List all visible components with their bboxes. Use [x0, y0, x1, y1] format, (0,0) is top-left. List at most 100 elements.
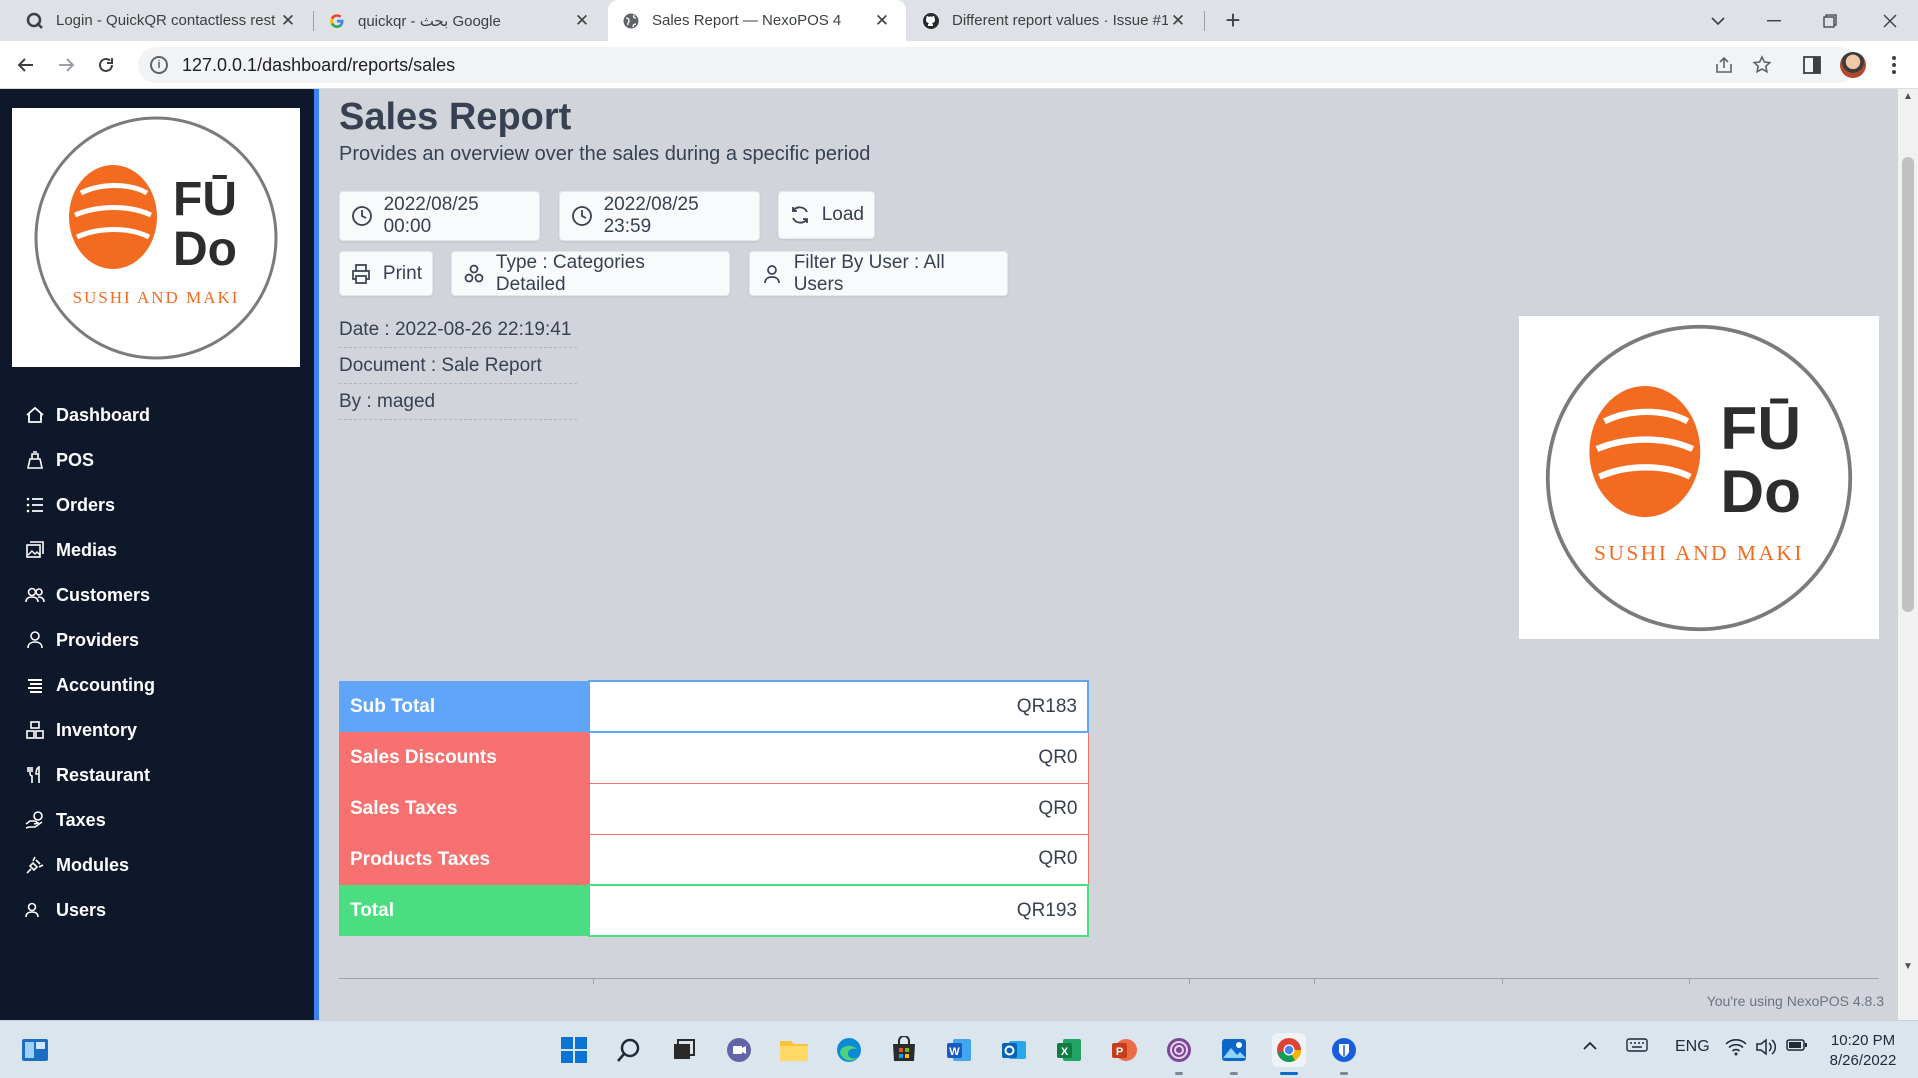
sidebar-item-medias[interactable]: Medias [24, 535, 117, 565]
powerpoint-icon[interactable]: P [1107, 1033, 1141, 1067]
tray-chevron-up-icon[interactable] [1582, 1038, 1598, 1056]
sidebar-item-label: Taxes [56, 809, 106, 830]
main-content: Sales Report Provides an overview over t… [319, 89, 1898, 1020]
sidebar-item-pos[interactable]: POS [24, 445, 94, 475]
users-cog-icon [24, 899, 46, 921]
site-info-icon[interactable]: i [150, 56, 168, 74]
close-tab-icon[interactable]: ✕ [1168, 11, 1188, 31]
sidebar-item-modules[interactable]: Modules [24, 850, 129, 880]
start-menu-icon[interactable] [557, 1033, 591, 1067]
outlook-icon[interactable] [997, 1033, 1031, 1067]
sidebar-item-label: Providers [56, 629, 140, 650]
new-tab-button[interactable]: + [1219, 6, 1247, 34]
photos-icon[interactable] [1217, 1033, 1251, 1067]
sidebar-item-providers[interactable]: Providers [24, 625, 139, 655]
chrome-icon[interactable] [1272, 1033, 1306, 1067]
scroll-up-icon[interactable]: ▲ [1898, 91, 1918, 102]
logo-tagline: SUSHI AND MAKI [73, 288, 240, 307]
minimize-window-icon[interactable] [1746, 0, 1802, 41]
report-type-selector[interactable]: Type : Categories Detailed [451, 251, 730, 296]
report-author: By : maged [339, 384, 577, 420]
word-icon[interactable]: W [942, 1033, 976, 1067]
sidebar-item-accounting[interactable]: Accounting [24, 670, 155, 700]
divider-tick [593, 978, 594, 984]
browser-tab-sales-report[interactable]: Sales Report — NexoPOS 4 ✕ [608, 0, 906, 41]
browser-tab-title: Different report values · Issue #1( [952, 12, 1168, 29]
tor-browser-icon[interactable] [1162, 1033, 1196, 1067]
page-scrollbar[interactable]: ▲ ▼ [1898, 89, 1918, 1020]
system-clock[interactable]: 10:20 PM 8/26/2022 [1818, 1031, 1908, 1071]
keyboard-icon[interactable] [1626, 1038, 1648, 1057]
language-indicator[interactable]: ENG [1675, 1038, 1710, 1056]
load-button[interactable]: Load [778, 191, 875, 239]
sidebar-item-inventory[interactable]: Inventory [24, 715, 137, 745]
wifi-icon[interactable] [1725, 1038, 1747, 1061]
sidebar-item-label: Accounting [56, 674, 155, 695]
globe-icon [622, 12, 640, 30]
version-footer: You're using NexoPOS 4.8.3 [1706, 993, 1884, 1009]
summary-label: Sub Total [339, 681, 589, 732]
sidebar-item-taxes[interactable]: Taxes [24, 805, 106, 835]
refresh-icon [789, 203, 812, 227]
end-date-picker[interactable]: 2022/08/25 23:59 [559, 191, 760, 241]
side-panel-icon[interactable] [1800, 53, 1824, 77]
widgets-icon[interactable] [18, 1033, 52, 1067]
sidebar-item-dashboard[interactable]: Dashboard [24, 400, 150, 430]
task-view-icon[interactable] [667, 1033, 701, 1067]
browser-menu-icon[interactable] [1882, 53, 1906, 77]
share-icon[interactable] [1712, 53, 1736, 77]
file-explorer-icon[interactable] [777, 1033, 811, 1067]
excel-icon[interactable]: X [1052, 1033, 1086, 1067]
address-bar[interactable]: i 127.0.0.1/dashboard/reports/sales [138, 47, 1858, 83]
restore-window-icon[interactable] [1802, 0, 1858, 41]
clock-date: 8/26/2022 [1829, 1052, 1897, 1069]
sidebar-item-label: Restaurant [56, 764, 151, 785]
summary-value: QR0 [588, 833, 1089, 886]
sidebar-item-label: Medias [56, 539, 118, 560]
sidebar-logo[interactable]: FŪ Do SUSHI AND MAKI [12, 108, 300, 367]
start-date-text: 2022/08/25 00:00 [383, 194, 479, 237]
teams-chat-icon[interactable] [722, 1033, 756, 1067]
logo-brand-bottom: Do [173, 223, 237, 276]
summary-label: Total [339, 885, 589, 936]
start-date-picker[interactable]: 2022/08/25 00:00 [339, 191, 540, 241]
close-window-icon[interactable] [1862, 0, 1918, 41]
stack-icon [24, 674, 46, 696]
edge-browser-icon[interactable] [832, 1033, 866, 1067]
profile-avatar[interactable] [1840, 52, 1866, 78]
close-tab-icon[interactable]: ✕ [572, 11, 592, 31]
divider-tick [1689, 978, 1690, 984]
report-document: Document : Sale Report [339, 348, 577, 384]
browser-tab-quickqr[interactable]: Login - QuickQR contactless rest ✕ [12, 0, 312, 41]
sidebar-item-label: Modules [56, 854, 130, 875]
tab-search-chevron-icon[interactable] [1690, 0, 1746, 41]
close-tab-icon[interactable]: ✕ [872, 11, 892, 31]
reload-icon[interactable] [90, 49, 122, 81]
active-indicator [1280, 1072, 1298, 1075]
table-divider [339, 978, 1879, 979]
bitwarden-icon[interactable] [1327, 1033, 1361, 1067]
sidebar-item-users[interactable]: Users [24, 895, 106, 925]
battery-icon[interactable] [1786, 1038, 1808, 1057]
search-icon[interactable] [612, 1033, 646, 1067]
back-arrow-icon[interactable] [10, 49, 42, 81]
scrollbar-thumb[interactable] [1902, 157, 1914, 612]
browser-tab-title: Login - QuickQR contactless rest [56, 12, 276, 29]
sidebar-item-restaurant[interactable]: Restaurant [24, 760, 150, 790]
browser-tab-google[interactable]: quickqr - بحث Google ✕ [314, 0, 606, 41]
user-filter-selector[interactable]: Filter By User : All Users [749, 251, 1008, 296]
volume-icon[interactable] [1755, 1038, 1777, 1061]
clock-time: 10:20 PM [1830, 1032, 1896, 1049]
scroll-down-icon[interactable]: ▼ [1898, 961, 1918, 972]
summary-value: QR183 [588, 680, 1089, 733]
sidebar-item-customers[interactable]: Customers [24, 580, 150, 610]
google-favicon-icon [328, 12, 346, 30]
print-button[interactable]: Print [339, 251, 433, 296]
forward-arrow-icon[interactable] [50, 49, 82, 81]
browser-tab-github[interactable]: Different report values · Issue #1( ✕ [908, 0, 1202, 41]
bookmark-star-icon[interactable] [1750, 53, 1774, 77]
close-tab-icon[interactable]: ✕ [278, 11, 298, 31]
summary-value: QR0 [588, 731, 1089, 784]
microsoft-store-icon[interactable] [887, 1033, 921, 1067]
sidebar-item-orders[interactable]: Orders [24, 490, 115, 520]
